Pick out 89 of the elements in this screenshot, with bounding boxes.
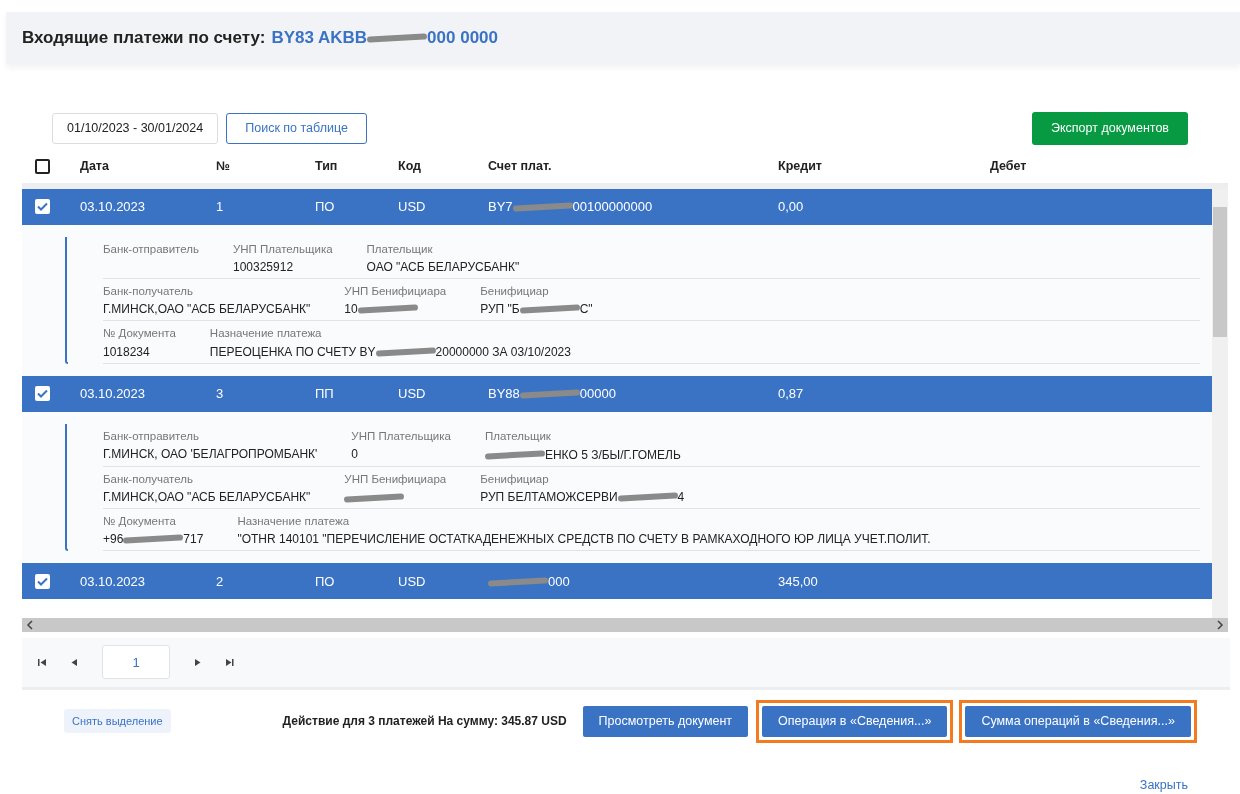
field-label: УНП Бенифициара [344,284,447,299]
table-cell: USD [398,573,426,589]
field-value: ПЕРЕОЦЕНКА ПО СЧЕТУ BY [209,343,376,361]
table-cell: 0,00 [778,199,804,214]
action-button[interactable]: Операция в «Сведения...» [762,705,948,737]
field-label: Банк-отправитель [103,428,200,444]
table-cell: ПО [315,199,335,214]
column-header: Кредит [778,159,822,174]
table-cell: USD [398,199,426,214]
field-label: Назначение платежа [209,326,323,342]
field-value: ЕНКО 5 З/БЫ/Г.ГОМЕЛЬ [544,446,681,464]
horizontal-scrollbar[interactable] [22,617,1228,632]
page-number-field[interactable]: 1 [102,645,170,680]
field-label: Плательщик [484,428,552,444]
field-value: +96 [103,531,124,549]
field-label: Банк-получатель [103,471,194,487]
search-button[interactable]: Поиск по таблице [226,113,367,144]
column-header: Дебет [990,159,1027,174]
field-value: 10 [344,301,358,319]
field-label: № Документа [103,326,176,342]
checkbox[interactable] [35,573,50,589]
account-number: BY83 AKBB [271,27,368,50]
export-button[interactable]: Экспорт документов [1031,112,1188,145]
field-label: Банк-получатель [103,284,194,299]
first-page-icon[interactable] [38,657,47,667]
scrollbar-thumb[interactable] [1213,206,1227,337]
page-title: Входящие платежи по счету: [22,27,266,50]
field-value: Г.МИНСК,ОАО "АСБ БЕЛАРУСБАНК" [103,301,311,319]
checkbox[interactable] [35,159,50,175]
field-label: Плательщик [366,241,434,257]
checkbox[interactable] [35,386,50,401]
previous-page-icon[interactable] [71,657,78,667]
table-cell-text: BY88 [488,384,520,403]
field-label: Банк-отправитель [103,241,199,257]
table-cell: 3 [216,385,224,401]
column-header: Счет плат. [488,159,552,174]
field-value: 100325912 [233,259,295,276]
column-header: Код [398,159,422,174]
last-page-icon[interactable] [225,657,234,667]
field-value: 1018234 [103,343,151,361]
column-header: № [216,159,230,174]
table-cell: 0,87 [778,385,804,401]
field-value: РУП "Б [480,301,520,319]
column-header: Дата [80,159,109,174]
table-cell: 2 [216,573,224,589]
field-label: Бенифициар [480,471,550,487]
action-button[interactable]: Сумма операций в «Сведения...» [965,705,1191,737]
checkbox[interactable] [35,199,50,215]
table-row[interactable]: 03.10.2023 1 ПО USD BY7 00100000000 0,00 [22,188,1212,225]
clear-selection-button[interactable]: Снять выделение [64,708,171,734]
scroll-left-icon[interactable] [26,619,34,630]
table-row[interactable]: 03.10.2023 3 ПП USD BY88 00000 0,87 [22,375,1212,412]
field-value: "OTHR 140101 "ПЕРЕЧИСЛЕНИЕ ОСТАТКАДЕНЕЖНЫХ СРЕДСТВ ПО СЧЕТУ В РАМКАХОДНОГО ЮР ЛИЦА УЧЕТ.ПОЛИТ. [237,531,931,549]
close-link[interactable]: Закрыть [1139,778,1188,793]
action-button[interactable]: Просмотреть документ [582,705,749,737]
table-cell: 345,00 [778,573,818,589]
field-value: РУП БЕЛТАМОЖСЕРВИ [480,489,618,506]
table-row[interactable]: 03.10.2023 2 ПО USD 000 345,00 [22,563,1212,600]
next-page-icon[interactable] [194,657,201,667]
field-label: Бенифициар [480,284,550,299]
field-label: УНП Плательщика [233,241,333,257]
table-cell: 1 [216,199,224,214]
table-cell: ПО [315,573,335,589]
scroll-right-icon[interactable] [1216,619,1224,630]
field-value: 0 [351,445,360,463]
table-cell: 03.10.2023 [80,385,146,401]
field-value: ОАО "АСБ БЕЛАРУСБАНК" [366,259,520,276]
field-value: 717 [183,531,204,549]
account-number: 000 0000 [427,27,498,50]
table-cell: 03.10.2023 [80,573,146,589]
field-value: 4 [677,489,685,506]
date-range-field[interactable]: 01/10/2023 - 30/01/2024 [52,113,219,144]
field-label: Назначение платежа [237,514,351,529]
field-value: С" [579,301,593,319]
field-label: УНП Плательщика [351,428,451,444]
field-value: Г.МИНСК, ОАО 'БЕЛАГРОПРОМБАНК' [103,445,318,463]
field-label: УНП Бенифициара [344,471,447,487]
table-cell: 03.10.2023 [80,199,146,214]
field-value: Г.МИНСК,ОАО "АСБ БЕЛАРУСБАНК" [103,489,311,506]
table-cell: USD [398,385,426,401]
column-header: Тип [315,159,338,174]
table-cell-text: 000 [548,573,570,592]
field-label: № Документа [103,514,177,529]
selection-summary: Действие для 3 платежей На сумму: 345.87 USD [282,713,567,731]
table-cell: ПП [315,385,334,401]
field-value: 20000000 ЗА 03/10/2023 [435,343,571,361]
table-cell-text: BY7 [488,198,513,216]
table-cell-text: 00100000000 [572,198,653,216]
table-cell-text: 00000 [579,384,616,403]
